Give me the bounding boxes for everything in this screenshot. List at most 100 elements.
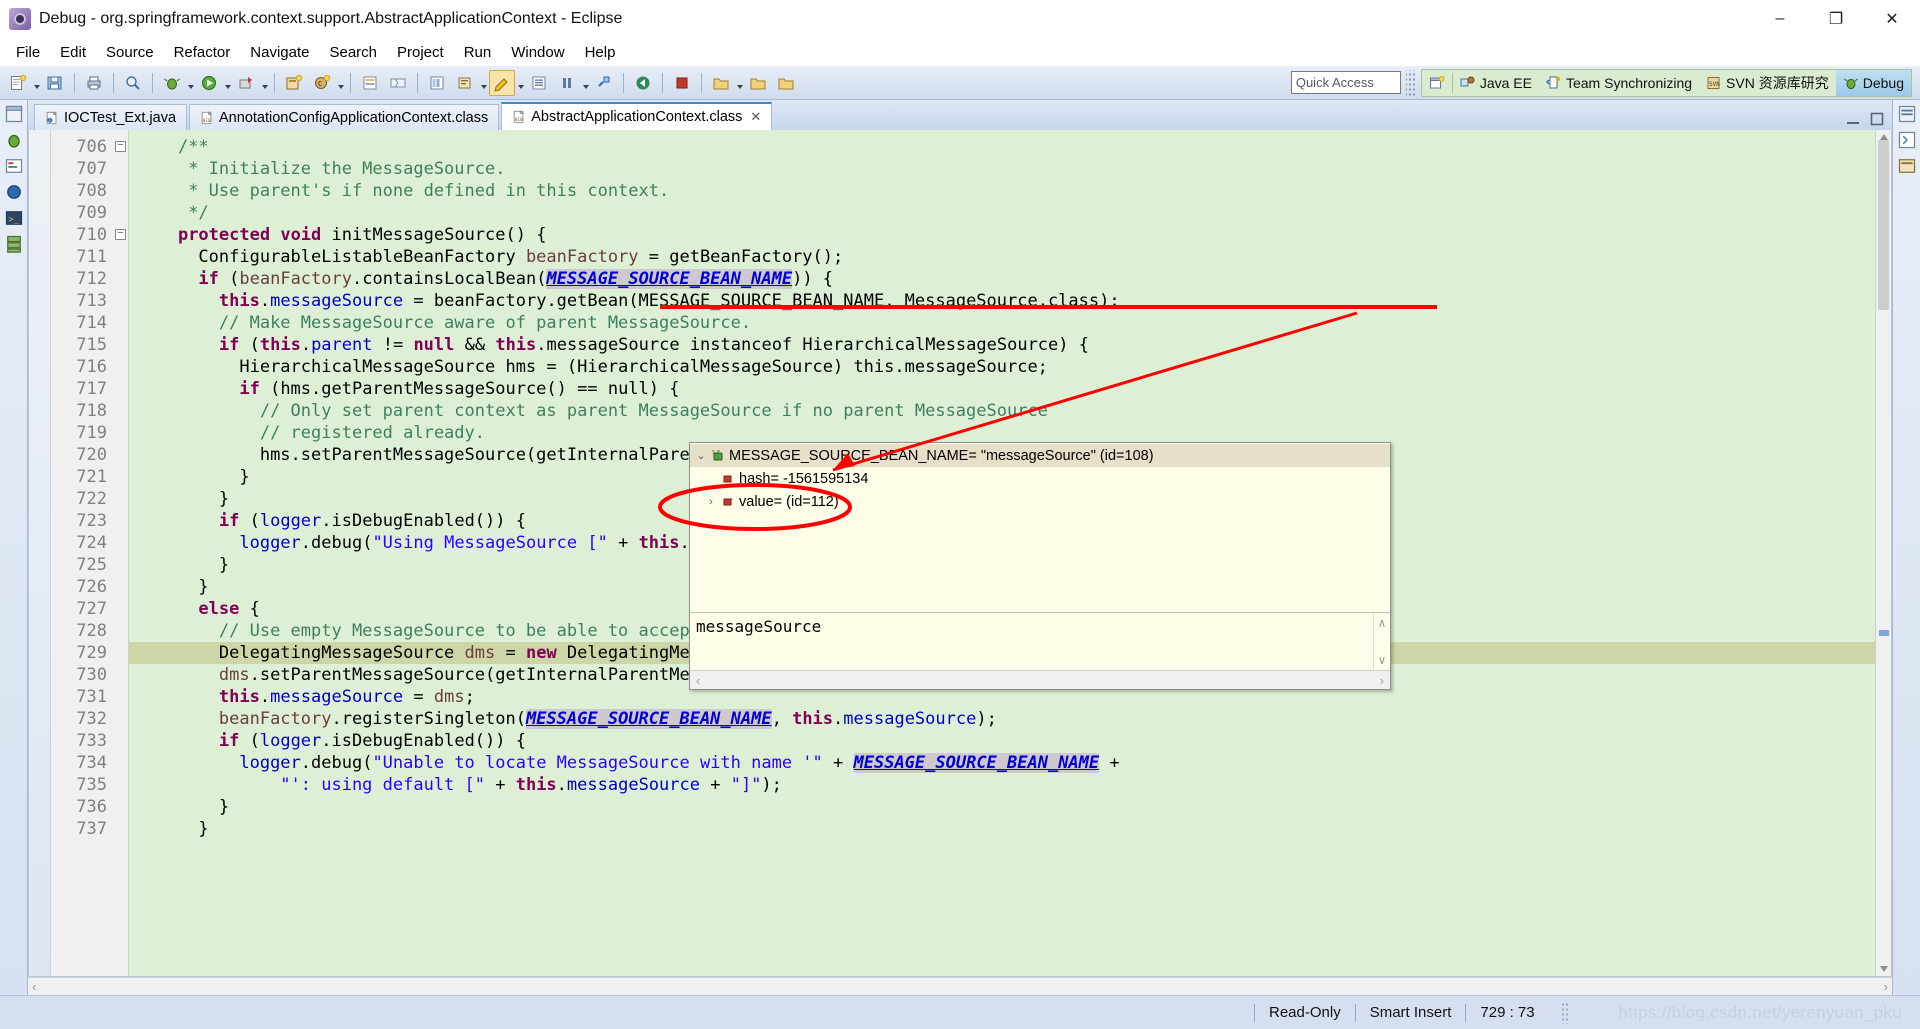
menu-edit[interactable]: Edit xyxy=(50,41,96,64)
menu-run[interactable]: Run xyxy=(454,41,502,64)
maximize-editor-icon[interactable] xyxy=(1870,112,1884,126)
code-line[interactable]: /** xyxy=(129,136,1875,158)
perspective-java-ee[interactable]: Java EE xyxy=(1453,70,1539,96)
save-icon[interactable] xyxy=(42,70,68,96)
external-tools-dropdown-icon[interactable] xyxy=(260,70,269,96)
debug-view-icon[interactable] xyxy=(4,130,24,150)
menu-source[interactable]: Source xyxy=(96,41,164,64)
variable-row-message-source-bean-name[interactable]: ⌄ S F MESSAGE_SOURCE_BEAN_NAME= "message… xyxy=(690,444,1390,467)
code-line[interactable]: // Make MessageSource aware of parent Me… xyxy=(129,312,1875,334)
vertical-scroll-thumb[interactable] xyxy=(1878,140,1889,310)
code-line[interactable]: protected void initMessageSource() { xyxy=(129,224,1875,246)
fold-toggle-icon[interactable] xyxy=(115,229,126,240)
perspective-team-synchronizing[interactable]: Team Synchronizing xyxy=(1539,70,1699,96)
new-class-dropdown-icon[interactable] xyxy=(336,70,345,96)
code-line[interactable]: } xyxy=(129,818,1875,840)
menu-navigate[interactable]: Navigate xyxy=(240,41,319,64)
variable-row-hash[interactable]: hash= -1561595134 xyxy=(690,467,1390,490)
breakpoints-view-icon[interactable] xyxy=(4,182,24,202)
snippets-fast-view-icon[interactable] xyxy=(1897,130,1917,150)
code-line[interactable]: } xyxy=(129,796,1875,818)
chevron-down-icon[interactable]: ⌄ xyxy=(694,449,708,463)
vertical-scrollbar[interactable] xyxy=(1875,130,1891,976)
open-folder-2-icon[interactable] xyxy=(745,70,771,96)
tab-close-icon[interactable]: ✕ xyxy=(750,109,761,125)
search-icon[interactable] xyxy=(120,70,146,96)
quick-access-input[interactable]: Quick Access xyxy=(1290,71,1401,94)
detail-vertical-scrollbar[interactable]: ∧ ∨ xyxy=(1373,613,1390,670)
outline-view-icon[interactable] xyxy=(526,70,552,96)
menu-refactor[interactable]: Refactor xyxy=(164,41,241,64)
code-line[interactable]: beanFactory.registerSingleton(MESSAGE_SO… xyxy=(129,708,1875,730)
palette-fast-view-icon[interactable] xyxy=(1897,156,1917,176)
debug-run-icon[interactable] xyxy=(159,70,185,96)
detail-scroll-up-icon[interactable]: ∧ xyxy=(1378,616,1385,630)
tab-abstractapplicationcontext-class[interactable]: 010 AbstractApplicationContext.class ✕ xyxy=(501,102,773,130)
tab-ioctest-ext-java[interactable]: J IOCTest_Ext.java xyxy=(34,104,188,130)
code-line[interactable]: "': using default [" + this.messageSourc… xyxy=(129,774,1875,796)
code-line[interactable]: HierarchicalMessageSource hms = (Hierarc… xyxy=(129,356,1875,378)
h-scroll-right-icon[interactable]: › xyxy=(1884,979,1888,994)
status-resize-handle[interactable] xyxy=(1560,1001,1569,1024)
detail-scroll-down-icon[interactable]: ∨ xyxy=(1378,653,1385,667)
open-folder-dropdown-icon[interactable] xyxy=(735,70,744,96)
link-editor-icon[interactable] xyxy=(591,70,617,96)
code-line[interactable]: // registered already. xyxy=(129,422,1875,444)
overview-marker[interactable] xyxy=(1879,630,1889,636)
code-line[interactable]: if (this.parent != null && this.messageS… xyxy=(129,334,1875,356)
tab-annotationconfigapplicationcontext-class[interactable]: 010 AnnotationConfigApplicationContext.c… xyxy=(189,104,500,130)
variables-view-icon[interactable] xyxy=(4,156,24,176)
open-type-icon[interactable] xyxy=(424,70,450,96)
run-external-tools-icon[interactable] xyxy=(233,70,259,96)
variable-detail-pane[interactable]: messageSource ∧ ∨ xyxy=(690,612,1390,670)
code-line[interactable]: logger.debug("Unable to locate MessageSo… xyxy=(129,752,1875,774)
open-task-icon[interactable] xyxy=(452,70,478,96)
new-java-project-icon[interactable] xyxy=(281,70,307,96)
open-perspective-button[interactable] xyxy=(1422,70,1452,96)
new-class-icon[interactable]: C xyxy=(309,70,335,96)
perspective-debug[interactable]: Debug xyxy=(1835,69,1911,96)
variable-row-value[interactable]: › value= (id=112) xyxy=(690,490,1390,513)
open-task-dropdown-icon[interactable] xyxy=(479,70,488,96)
print-icon[interactable] xyxy=(81,70,107,96)
popup-scroll-right-icon[interactable]: › xyxy=(1380,673,1384,688)
folding-ruler[interactable] xyxy=(113,130,129,976)
back-navigation-icon[interactable] xyxy=(630,70,656,96)
code-line[interactable]: if (hms.getParentMessageSource() == null… xyxy=(129,378,1875,400)
debug-dropdown-icon[interactable] xyxy=(186,70,195,96)
code-line[interactable]: * Use parent's if none defined in this c… xyxy=(129,180,1875,202)
servers-view-icon[interactable] xyxy=(4,234,24,254)
marker-ruler[interactable] xyxy=(29,130,51,976)
outline-fast-view-icon[interactable] xyxy=(1897,104,1917,124)
run-icon[interactable] xyxy=(196,70,222,96)
fold-toggle-icon[interactable] xyxy=(115,141,126,152)
open-folder-3-icon[interactable] xyxy=(773,70,799,96)
highlighted-tool-dropdown-icon[interactable] xyxy=(516,70,525,96)
open-folder-icon[interactable] xyxy=(708,70,734,96)
code-line[interactable]: ConfigurableListableBeanFactory beanFact… xyxy=(129,246,1875,268)
mark-occurrences-icon[interactable] xyxy=(357,70,383,96)
toolbar-drag-handle[interactable] xyxy=(1405,69,1416,96)
pause-icon[interactable] xyxy=(554,70,580,96)
scroll-down-icon[interactable] xyxy=(1879,964,1889,974)
run-dropdown-icon[interactable] xyxy=(223,70,232,96)
h-scroll-left-icon[interactable]: ‹ xyxy=(32,979,36,994)
code-line[interactable]: if (logger.isDebugEnabled()) { xyxy=(129,730,1875,752)
terminate-icon[interactable] xyxy=(669,70,695,96)
chevron-right-icon[interactable]: › xyxy=(704,495,718,509)
code-line[interactable]: // Only set parent context as parent Mes… xyxy=(129,400,1875,422)
code-line[interactable]: * Initialize the MessageSource. xyxy=(129,158,1875,180)
debug-hover-popup[interactable]: ⌄ S F MESSAGE_SOURCE_BEAN_NAME= "message… xyxy=(689,442,1391,690)
close-button[interactable]: ✕ xyxy=(1864,0,1920,38)
new-wizard-icon[interactable] xyxy=(5,70,31,96)
perspective-svn-repository[interactable]: SVN SVN 资源库研究 xyxy=(1699,70,1836,96)
menu-file[interactable]: File xyxy=(6,41,50,64)
status-insert-mode[interactable]: Smart Insert xyxy=(1370,1004,1452,1021)
minimize-editor-icon[interactable] xyxy=(1846,112,1860,126)
variable-tree[interactable]: ⌄ S F MESSAGE_SOURCE_BEAN_NAME= "message… xyxy=(690,443,1390,612)
menu-window[interactable]: Window xyxy=(501,41,574,64)
code-line[interactable]: */ xyxy=(129,202,1875,224)
maximize-button[interactable]: ❐ xyxy=(1808,0,1864,38)
highlighted-tool-icon[interactable] xyxy=(489,69,515,96)
menu-help[interactable]: Help xyxy=(575,41,626,64)
